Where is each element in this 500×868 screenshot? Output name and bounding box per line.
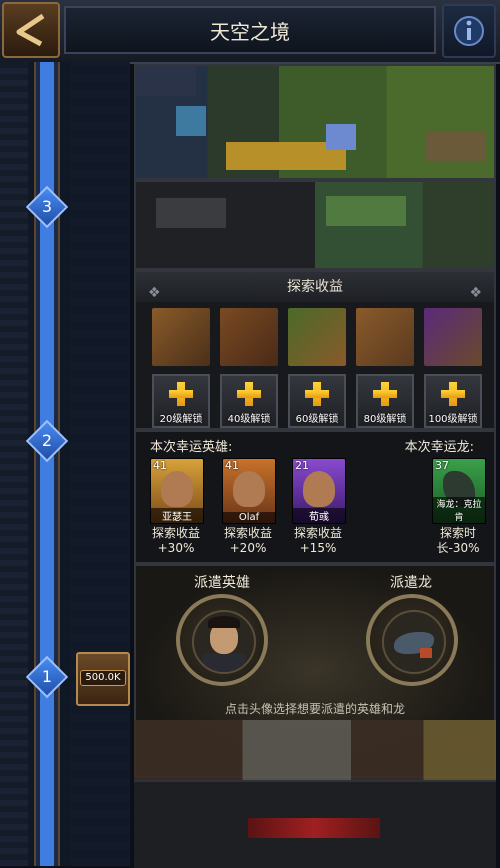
explore-rewards-panel: ❖ 探索收益 ❖ 20级解锁 40级解锁 60级解锁 80级解锁 100级解锁 — [134, 270, 496, 430]
locked-slot[interactable]: 60级解锁 — [288, 374, 346, 428]
reward-item[interactable] — [288, 308, 346, 366]
lucky-hero-card[interactable]: 41 Olaf — [222, 458, 276, 524]
hero-bonus: 探索收益 +15% — [293, 526, 342, 555]
dragon-avatar — [382, 610, 446, 674]
hero-bonus: 探索收益 +30% — [151, 526, 200, 555]
dispatch-dragon-slot[interactable] — [366, 594, 458, 686]
hero-portrait — [303, 471, 335, 507]
right-border-decoration — [70, 62, 130, 866]
dispatch-hint: 点击头像选择想要派遣的英雄和龙 — [224, 702, 405, 716]
dispatch-dragon-label: 派遣龙 — [390, 575, 432, 591]
lucky-dragon-heading: 本次幸运龙: — [404, 440, 474, 455]
ornament-right-icon: ❖ — [469, 285, 482, 301]
reward-item[interactable] — [152, 308, 210, 366]
plus-icon — [305, 382, 329, 406]
plus-icon — [373, 382, 397, 406]
plus-icon — [441, 382, 465, 406]
dragon-bonus: 探索时 长-30% — [436, 526, 480, 555]
blurred-info — [134, 180, 496, 270]
lucky-panel: 本次幸运英雄: 本次幸运龙: 41 亚瑟王 探索收益 +30% 41 Olaf 探… — [134, 430, 496, 564]
hero-avatar — [192, 610, 256, 674]
reward-item[interactable] — [220, 308, 278, 366]
left-border-decoration — [0, 62, 28, 866]
blurred-banner — [134, 64, 496, 180]
lucky-hero-card[interactable]: 21 荀彧 — [292, 458, 346, 524]
locked-slot[interactable]: 40级解锁 — [220, 374, 278, 428]
blurred-footer-strip — [134, 720, 496, 780]
plus-icon — [169, 382, 193, 406]
locked-slot[interactable]: 20级解锁 — [152, 374, 210, 428]
info-icon — [454, 16, 484, 46]
hero-portrait — [233, 471, 265, 507]
back-arrow-icon — [16, 13, 45, 47]
milestone-reward[interactable]: 500.0K — [76, 652, 130, 706]
dispatch-hero-label: 派遣英雄 — [194, 575, 250, 591]
blurred-action-button[interactable] — [248, 818, 380, 838]
plus-icon — [237, 382, 261, 406]
lucky-hero-card[interactable]: 41 亚瑟王 — [150, 458, 204, 524]
explore-rewards-title: 探索收益 — [287, 279, 343, 295]
dispatch-hero-slot[interactable] — [176, 594, 268, 686]
locked-slot[interactable]: 80级解锁 — [356, 374, 414, 428]
lucky-dragon-card[interactable]: 37 海龙：克拉肯 — [432, 458, 486, 524]
page-title: 天空之境 — [64, 6, 436, 54]
lucky-hero-heading: 本次幸运英雄: — [150, 440, 233, 455]
reward-item[interactable] — [424, 308, 482, 366]
explore-rewards-header: ❖ 探索收益 ❖ — [136, 272, 494, 302]
hero-portrait — [161, 471, 193, 507]
hero-bonus: 探索收益 +20% — [223, 526, 272, 555]
help-button[interactable] — [442, 4, 496, 58]
back-button[interactable] — [2, 2, 60, 58]
ornament-left-icon: ❖ — [148, 285, 161, 301]
reward-amount: 500.0K — [80, 670, 126, 686]
progress-fill — [40, 62, 54, 866]
reward-item[interactable] — [356, 308, 414, 366]
locked-slot[interactable]: 100级解锁 — [424, 374, 482, 428]
